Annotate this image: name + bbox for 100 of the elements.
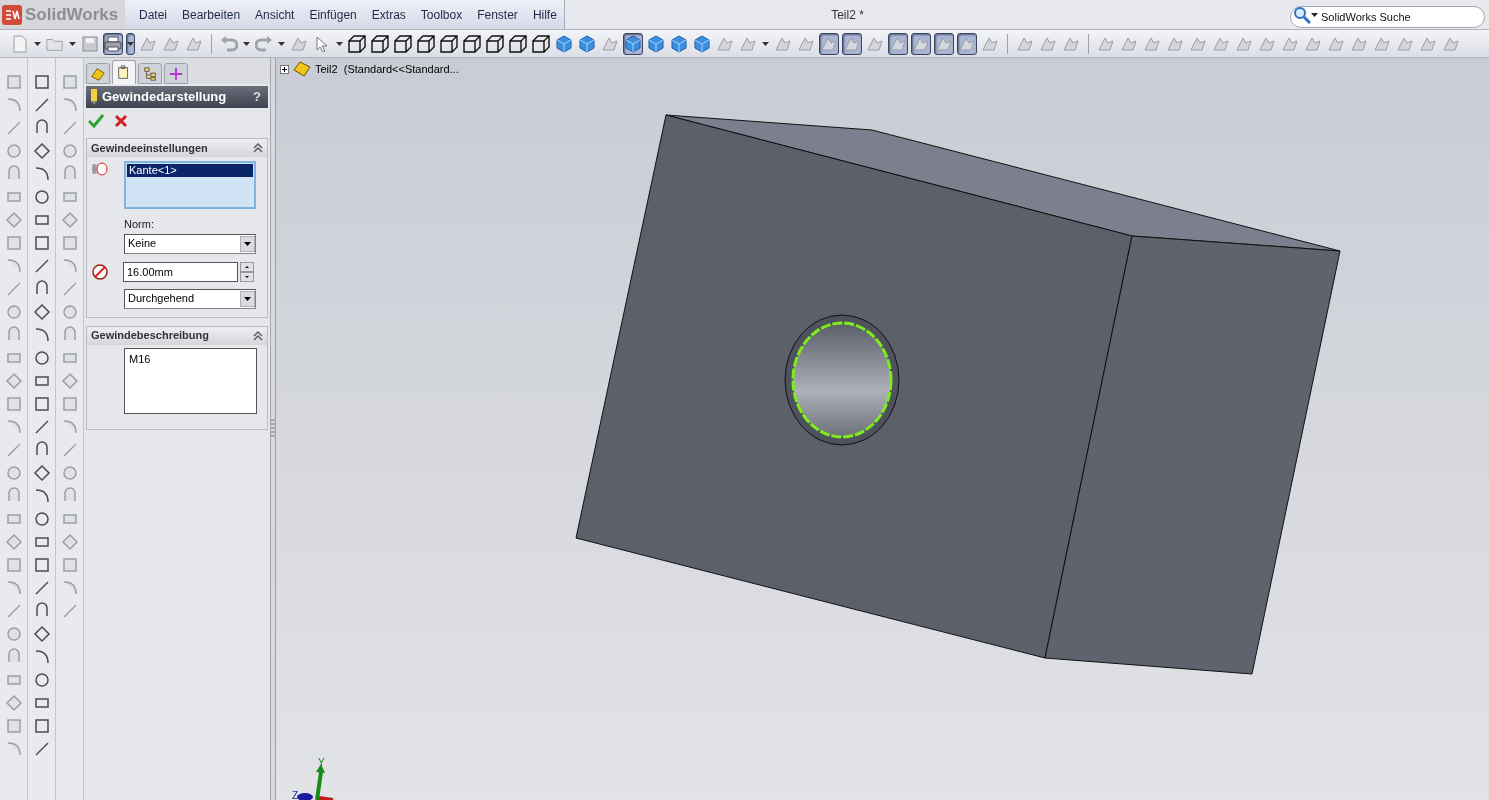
selection-item[interactable]: Kante<1> xyxy=(127,164,253,177)
toolbar-tool-icon[interactable] xyxy=(32,556,51,574)
menu-item[interactable]: Datei xyxy=(139,5,167,24)
panel-tab[interactable] xyxy=(86,63,110,84)
norm-dropdown[interactable]: Keine xyxy=(124,233,256,254)
help-button[interactable]: ? xyxy=(253,87,265,107)
description-field[interactable]: M16 xyxy=(124,347,257,414)
toolbar-tool-icon[interactable] xyxy=(32,464,51,482)
expand-box-icon[interactable] xyxy=(280,64,289,74)
part-icon xyxy=(293,61,311,78)
pointer-arrow-icon xyxy=(316,35,328,52)
shaded-cube-icon xyxy=(555,34,573,53)
menu-item[interactable]: Ansicht xyxy=(255,5,295,24)
window-title: Teil2 * xyxy=(831,6,864,24)
caret-icon xyxy=(1311,12,1318,17)
tab-icon xyxy=(142,65,158,82)
caret-icon xyxy=(69,41,76,46)
wireframe-cube-icon xyxy=(486,34,504,53)
toolbar-button[interactable] xyxy=(888,32,908,55)
toolbar-tool-icon[interactable] xyxy=(32,395,51,413)
toolbar-button[interactable] xyxy=(623,32,643,55)
caret-icon xyxy=(127,41,134,46)
toolbar-button[interactable] xyxy=(416,32,436,55)
toolbar-tool-icon[interactable] xyxy=(32,142,51,160)
toolbar-tool-icon[interactable] xyxy=(32,671,51,689)
printer-icon xyxy=(104,35,122,52)
toolbar-tool-icon[interactable] xyxy=(32,717,51,735)
menu-item[interactable]: Extras xyxy=(371,5,406,24)
toolbar-button[interactable] xyxy=(347,32,367,55)
group-title: Gewindebeschreibung xyxy=(91,328,210,344)
group-title: Gewindeeinstellungen xyxy=(91,140,209,156)
spinner-arrows-icon[interactable] xyxy=(240,261,254,282)
search-field[interactable]: SolidWorks Suche xyxy=(1290,5,1485,28)
wireframe-cube-icon xyxy=(532,34,550,53)
axis-triad-drawing xyxy=(297,764,334,800)
selection-list[interactable]: Kante<1> xyxy=(124,161,256,209)
panel-tab[interactable] xyxy=(138,63,162,84)
toolbar-tool-icon[interactable] xyxy=(32,188,51,206)
panel-tab[interactable] xyxy=(164,63,188,84)
collapse-chevron-icon[interactable] xyxy=(253,143,263,153)
caret-icon xyxy=(336,41,343,46)
cancel-x-icon[interactable] xyxy=(114,114,128,128)
shaded-cube-icon xyxy=(647,34,665,53)
menu-item[interactable]: Fenster xyxy=(477,5,518,24)
wireframe-cube-icon xyxy=(394,34,412,53)
caret-icon xyxy=(34,41,41,46)
menu-item[interactable]: Bearbeiten xyxy=(182,5,241,24)
redo-arrow-icon xyxy=(255,35,273,52)
undo-arrow-icon xyxy=(220,35,238,52)
toolbar-button[interactable] xyxy=(934,32,954,55)
toolbar-button[interactable] xyxy=(393,32,413,55)
ok-checkmark-icon[interactable] xyxy=(88,114,104,128)
toolbar-tool-icon[interactable] xyxy=(32,234,51,252)
tree-part-label[interactable]: Teil2 (Standard<<Standard... xyxy=(315,61,459,78)
toolbar-button[interactable] xyxy=(819,32,839,55)
tab-icon xyxy=(90,65,106,82)
search-icon xyxy=(1293,5,1311,24)
toolbar-button[interactable] xyxy=(842,32,862,55)
toolbar-button[interactable] xyxy=(462,32,482,55)
toolbar-button[interactable] xyxy=(370,32,390,55)
diameter-field[interactable]: 16.00mm xyxy=(123,261,238,282)
norm-label: Norm: xyxy=(123,217,155,232)
toolbar-tool-icon[interactable] xyxy=(32,625,51,643)
panel-tab[interactable] xyxy=(112,60,136,84)
wireframe-cube-icon xyxy=(509,34,527,53)
toolbar-button[interactable] xyxy=(126,32,135,55)
panel-title: Gewindedarstellung xyxy=(102,88,228,107)
toolbar-tool-icon[interactable] xyxy=(32,510,51,528)
block-model-drawing[interactable] xyxy=(575,114,1341,675)
caret-icon xyxy=(762,41,769,46)
toolbar-button[interactable] xyxy=(439,32,459,55)
menu-item[interactable]: Toolbox xyxy=(420,5,463,24)
shaded-cube-icon xyxy=(670,34,688,53)
wireframe-cube-icon xyxy=(348,34,366,53)
collapse-chevron-icon[interactable] xyxy=(253,330,263,341)
graphics-viewport[interactable]: Teil2 (Standard<<Standard... Y Z xyxy=(276,58,1489,800)
z-axis-label: Z xyxy=(292,790,299,800)
toolbar-tool-icon[interactable] xyxy=(32,349,51,367)
toolbar-button[interactable] xyxy=(103,32,123,55)
logo-badge-icon xyxy=(2,4,22,25)
toolbar-button[interactable] xyxy=(911,32,931,55)
wireframe-cube-icon xyxy=(440,34,458,53)
toolbar-button[interactable] xyxy=(957,32,977,55)
toolbar-button[interactable] xyxy=(508,32,528,55)
shaded-cube-icon xyxy=(693,34,711,53)
toolbar-button[interactable] xyxy=(485,32,505,55)
menu-item[interactable]: Einfügen xyxy=(309,5,357,24)
toolbar-tool-icon[interactable] xyxy=(32,303,51,321)
toolbar-tool-icon[interactable] xyxy=(32,73,51,91)
wireframe-cube-icon xyxy=(371,34,389,53)
toolbar-button[interactable] xyxy=(531,32,551,55)
menu-item[interactable]: Hilfe xyxy=(532,5,557,24)
dropdown-arrow-icon xyxy=(240,290,255,307)
shaded-cube-icon xyxy=(624,34,642,53)
thread-icon xyxy=(89,88,99,106)
wireframe-cube-icon xyxy=(417,34,435,53)
diameter-icon xyxy=(91,262,109,281)
wireframe-cube-icon xyxy=(463,34,481,53)
caret-icon xyxy=(243,41,250,46)
end-condition-dropdown[interactable]: Durchgehend xyxy=(124,288,256,309)
